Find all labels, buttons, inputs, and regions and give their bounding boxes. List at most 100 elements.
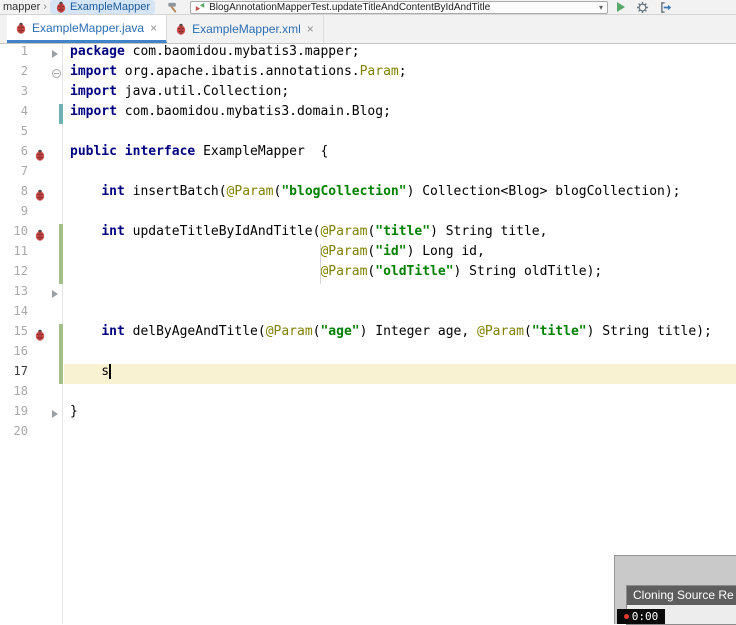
timer-value: 0:00 — [631, 610, 659, 623]
caret — [109, 364, 112, 379]
gutter-row: 11 — [0, 244, 63, 264]
exit-icon[interactable] — [660, 1, 673, 14]
hammer-icon[interactable] — [166, 1, 180, 14]
line-number: 9 — [20, 204, 28, 218]
breadcrumb-root[interactable]: mapper — [3, 1, 40, 13]
settings-gear-icon[interactable] — [636, 1, 649, 14]
code-line: import org.apache.ibatis.annotations.Par… — [70, 64, 407, 79]
change-marker — [59, 364, 63, 384]
line-number: 8 — [20, 184, 28, 198]
gutter-row: 20 — [0, 424, 62, 444]
change-marker — [59, 264, 63, 284]
recording-timer: 0:00 — [617, 609, 665, 624]
mybatis-bug-icon[interactable] — [34, 188, 46, 201]
close-icon[interactable]: × — [306, 22, 315, 36]
line-number: 12 — [13, 264, 28, 278]
line-number: 11 — [13, 244, 28, 258]
run-config-label: BlogAnnotationMapperTest.updateTitleAndC… — [209, 1, 491, 13]
tab-label: ExampleMapper.java — [32, 20, 145, 35]
line-number: 17 — [13, 364, 28, 378]
gutter-row: 5 — [0, 124, 62, 144]
fold-marker[interactable] — [52, 69, 61, 78]
line-number: 7 — [20, 164, 28, 178]
line-number: 18 — [13, 384, 28, 398]
fold-marker[interactable] — [52, 410, 58, 418]
gutter: 1 2 3 4 5 6 7 8 9 10 11 12 13 14 15 16 17 18 19 20 — [0, 44, 63, 624]
line-number: 5 — [20, 124, 28, 138]
close-icon[interactable]: × — [149, 21, 158, 35]
chevron-down-icon: ▾ — [599, 2, 604, 12]
gutter-row: 9 — [0, 204, 62, 224]
navigation-bar: mapper › ExampleMapper BlogAnnotationMap… — [0, 0, 736, 15]
code-line: @Param("oldTitle") String oldTitle); — [320, 264, 603, 279]
code-editor[interactable]: 1 2 3 4 5 6 7 8 9 10 11 12 13 14 15 16 17 18 19 20 package … — [0, 44, 736, 624]
code-line: package com.baomidou.mybatis3.mapper; — [70, 44, 360, 59]
line-number: 6 — [20, 144, 28, 158]
gutter-row: 15 — [0, 324, 63, 344]
breadcrumb-separator-icon: › — [43, 1, 47, 13]
mybatis-bug-icon — [15, 22, 27, 34]
change-marker — [59, 104, 63, 124]
mybatis-bug-icon[interactable] — [34, 228, 46, 241]
line-number: 10 — [13, 224, 28, 238]
record-dot-icon — [623, 614, 629, 619]
code-line: int updateTitleByIdAndTitle(@Param("titl… — [101, 224, 548, 239]
gutter-row: 10 — [0, 224, 63, 244]
indent-guide — [320, 244, 322, 284]
gutter-row: 7 — [0, 164, 62, 184]
tab-label: ExampleMapper.xml — [192, 22, 301, 36]
gutter-row: 13 — [0, 284, 62, 304]
line-number: 16 — [13, 344, 28, 358]
line-number: 19 — [13, 404, 28, 418]
code-line: @Param("id") Long id, — [320, 244, 485, 259]
code-line: import java.util.Collection; — [70, 84, 290, 99]
gutter-row: 2 — [0, 64, 62, 84]
recorder-panel: Cloning Source Re 0:00 — [614, 555, 736, 625]
mybatis-bug-icon — [175, 23, 187, 35]
tab-examplemapper-java[interactable]: ExampleMapper.java × — [7, 15, 168, 43]
line-number: 13 — [13, 284, 28, 298]
gutter-row: 19 — [0, 404, 62, 424]
code-area[interactable]: package com.baomidou.mybatis3.mapper; imp… — [64, 44, 736, 444]
gutter-row: 18 — [0, 384, 62, 404]
mybatis-bug-icon[interactable] — [34, 328, 46, 341]
gutter-row: 17 — [0, 364, 63, 384]
breadcrumb-item-examplemapper[interactable]: ExampleMapper — [49, 0, 156, 14]
breadcrumb-item-label: ExampleMapper — [69, 1, 151, 13]
mybatis-bug-icon[interactable] — [34, 148, 46, 161]
gutter-row: 8 — [0, 184, 62, 204]
line-number: 3 — [20, 84, 28, 98]
run-button[interactable] — [617, 2, 626, 12]
gutter-row: 12 — [0, 264, 63, 284]
change-marker — [59, 224, 63, 244]
line-number: 2 — [20, 64, 28, 78]
gutter-row: 4 — [0, 104, 63, 124]
change-marker — [59, 324, 63, 344]
gutter-row: 3 — [0, 84, 62, 104]
editor-tab-bar: ExampleMapper.java × ExampleMapper.xml × — [0, 15, 736, 44]
code-line: int delByAgeAndTitle(@Param("age") Integ… — [101, 324, 712, 339]
line-number: 14 — [13, 304, 28, 318]
fold-marker[interactable] — [52, 50, 58, 58]
line-number: 1 — [20, 44, 28, 58]
code-line: import com.baomidou.mybatis3.domain.Blog… — [70, 104, 391, 119]
code-line: } — [70, 404, 78, 419]
fold-marker[interactable] — [52, 290, 58, 298]
dialog-title-bar[interactable]: Cloning Source Re — [627, 586, 736, 605]
code-line: s — [64, 364, 736, 384]
change-marker — [59, 244, 63, 264]
tab-examplemapper-xml[interactable]: ExampleMapper.xml × — [167, 15, 324, 43]
gutter-row: 6 — [0, 144, 62, 164]
run-configuration-select[interactable]: BlogAnnotationMapperTest.updateTitleAndC… — [190, 0, 609, 14]
mybatis-bug-icon — [55, 1, 67, 13]
change-marker — [59, 344, 63, 364]
gutter-row: 1 — [0, 44, 62, 64]
